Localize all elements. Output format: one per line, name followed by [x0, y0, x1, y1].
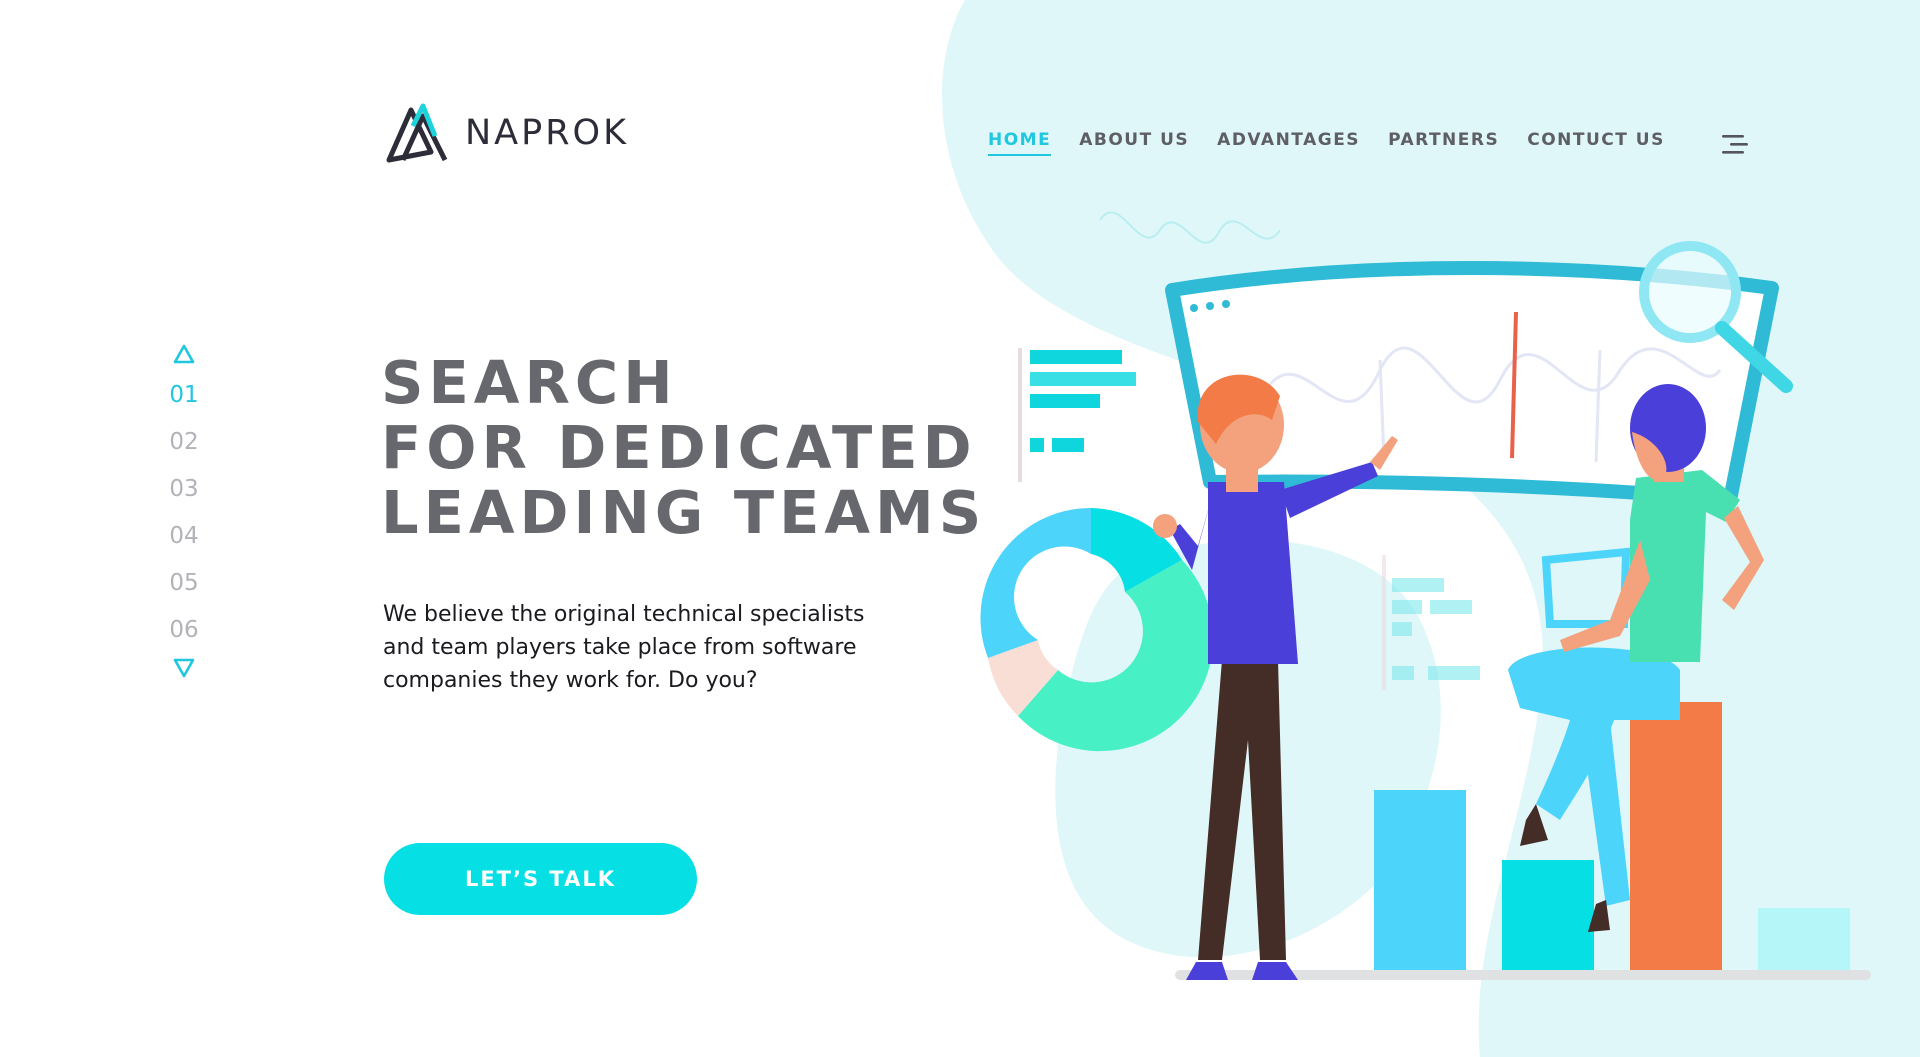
hero-title-line: FOR DEDICATED: [381, 413, 977, 482]
side-bar-chart-right: [1382, 555, 1480, 690]
naprok-logo-icon: [386, 103, 448, 163]
pager-item-05[interactable]: 05: [160, 560, 208, 607]
nav-item-advantages[interactable]: ADVANTAGES: [1217, 130, 1360, 156]
hero-title: SEARCH FOR DEDICATED LEADING TEAMS: [381, 350, 986, 545]
main-nav: HOME ABOUT US ADVANTAGES PARTNERS CONTUC…: [988, 130, 1665, 156]
team-analytics-illustration: [980, 211, 1871, 980]
slide-pager: 01 02 03 04 05 06: [160, 344, 208, 678]
pager-item-04[interactable]: 04: [160, 513, 208, 560]
pager-item-06[interactable]: 06: [160, 607, 208, 654]
brand-logo[interactable]: NAPROK: [383, 102, 629, 164]
wave-decoration: [1099, 211, 1281, 244]
lets-talk-button[interactable]: LET’S TALK: [384, 843, 697, 915]
brand-name: NAPROK: [465, 112, 630, 153]
nav-item-home[interactable]: HOME: [988, 130, 1052, 156]
triangle-up-icon[interactable]: [173, 344, 195, 364]
hero-text-line: and team players take place from softwar…: [383, 635, 857, 660]
hero-title-line: SEARCH: [381, 348, 678, 417]
hero-text-line: companies they work for. Do you?: [383, 668, 758, 693]
pager-item-02[interactable]: 02: [160, 419, 208, 466]
landing-page: NAPROK HOME ABOUT US ADVANTAGES PARTNERS…: [0, 0, 1920, 1057]
hero-description: We believe the original technical specia…: [383, 598, 903, 697]
nav-item-partners[interactable]: PARTNERS: [1388, 130, 1499, 156]
pager-item-01[interactable]: 01: [160, 372, 208, 419]
side-bar-chart-left: [1018, 348, 1136, 482]
nav-item-contuct-us[interactable]: CONTUCT US: [1527, 130, 1665, 156]
triangle-down-icon[interactable]: [173, 658, 195, 678]
pager-item-03[interactable]: 03: [160, 466, 208, 513]
hero-text-line: We believe the original technical specia…: [383, 602, 865, 627]
hero-title-line: LEADING TEAMS: [381, 478, 987, 547]
hamburger-menu-icon[interactable]: [1722, 134, 1748, 154]
nav-item-about-us[interactable]: ABOUT US: [1079, 130, 1189, 156]
